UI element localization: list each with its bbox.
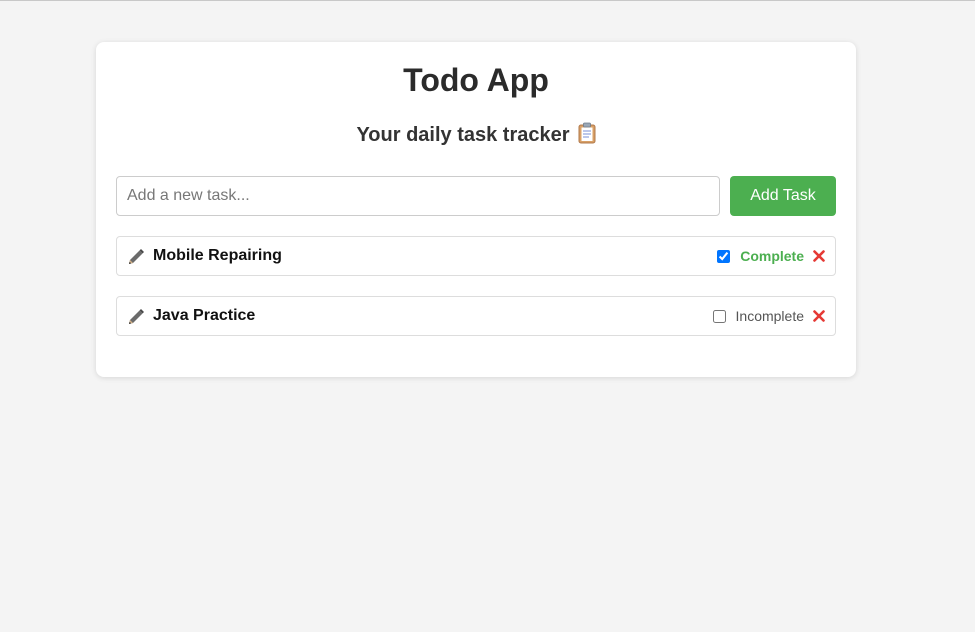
- task-item: Java Practice Incomplete: [116, 296, 836, 336]
- pencil-icon[interactable]: [127, 308, 145, 326]
- new-task-input[interactable]: [116, 176, 720, 216]
- pencil-icon[interactable]: [127, 248, 145, 266]
- page-subtitle: Your daily task tracker: [96, 122, 856, 150]
- status-label: Incomplete: [735, 308, 804, 324]
- close-icon[interactable]: [813, 310, 825, 322]
- task-text: Mobile Repairing: [153, 247, 282, 264]
- task-controls: Complete: [717, 237, 825, 275]
- task-text: Java Practice: [153, 307, 256, 324]
- add-task-row: Add Task: [116, 176, 836, 216]
- task-complete-checkbox[interactable]: [712, 309, 726, 323]
- task-list: Mobile Repairing Complete Java Practice: [116, 236, 836, 356]
- page-title: Todo App: [403, 62, 549, 98]
- add-task-button[interactable]: Add Task: [730, 176, 836, 216]
- todo-card: Todo App Your daily task tracker Add Tas…: [96, 42, 856, 377]
- task-complete-checkbox[interactable]: [717, 249, 731, 263]
- task-item: Mobile Repairing Complete: [116, 236, 836, 276]
- subtitle-text: Your daily task tracker: [356, 124, 570, 146]
- status-label: Complete: [740, 248, 804, 264]
- task-controls: Incomplete: [712, 297, 825, 335]
- close-icon[interactable]: [813, 250, 825, 262]
- clipboard-icon: [578, 122, 596, 150]
